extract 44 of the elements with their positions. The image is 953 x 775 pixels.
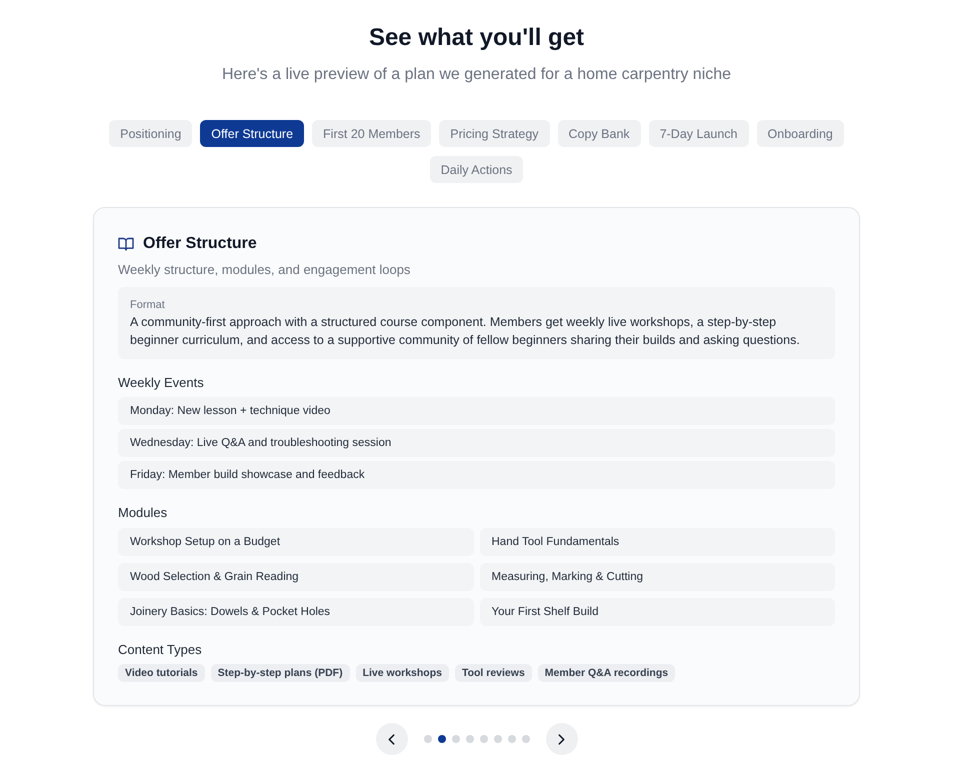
format-label: Format [130, 298, 166, 313]
event-item: Friday: Member build showcase and feedback [118, 461, 835, 489]
page-dot[interactable] [480, 735, 488, 743]
tab[interactable]: Copy Bank [558, 120, 641, 147]
event-item: Wednesday: Live Q&A and troubleshooting session [118, 429, 835, 457]
module-item: Wood Selection & Grain Reading [118, 563, 474, 591]
page-subtitle: Here's a live preview of a plan we generated for a home carpentry niche [222, 65, 732, 85]
tab[interactable]: 7-Day Launch [648, 120, 749, 147]
page-dot[interactable] [424, 735, 432, 743]
tab[interactable]: First 20 Members [312, 120, 432, 147]
card-title: Offer Structure [143, 235, 257, 253]
section-heading: Modules [118, 505, 168, 521]
page-dot[interactable] [466, 735, 474, 743]
tab[interactable]: Onboarding [756, 120, 844, 147]
content-tag: Tool reviews [454, 664, 532, 682]
page-title: See what you'll get [368, 23, 584, 53]
page-dot[interactable] [452, 735, 460, 743]
chevron-left-icon [388, 734, 395, 744]
section-heading: Weekly Events [118, 375, 205, 391]
tab[interactable]: Pricing Strategy [439, 120, 550, 147]
section-heading: Content Types [118, 642, 203, 658]
next-button[interactable] [546, 723, 578, 755]
tab[interactable]: Daily Actions [430, 156, 524, 183]
content-tag: Live workshops [356, 664, 449, 682]
module-item: Measuring, Marking & Cutting [480, 563, 835, 591]
module-item: Your First Shelf Build [480, 598, 835, 626]
page-dot[interactable] [522, 735, 530, 743]
page-dot[interactable] [508, 735, 516, 743]
card-subtitle: Weekly structure, modules, and engagement loops [118, 261, 412, 279]
previous-button[interactable] [376, 723, 408, 755]
book-icon [118, 237, 134, 251]
content-tag: Member Q&A recordings [538, 664, 676, 682]
page-dot[interactable] [494, 735, 502, 743]
module-item: Workshop Setup on a Budget [118, 528, 474, 556]
content-tag: Step-by-step plans (PDF) [210, 664, 350, 682]
page-dot[interactable] [438, 735, 446, 743]
event-item: Monday: New lesson + technique video [118, 397, 835, 425]
tab[interactable]: Offer Structure [200, 120, 304, 147]
module-item: Hand Tool Fundamentals [480, 528, 835, 556]
module-item: Joinery Basics: Dowels & Pocket Holes [118, 598, 474, 626]
format-text: A community-first approach with a structured course component. Members get weekly live workshops, a step-by-step beginner curriculum, and access to a supportive community of fellow beginners sharing their builds and asking questions. [130, 314, 801, 349]
chevron-right-icon [558, 734, 565, 744]
tab[interactable]: Positioning [109, 120, 192, 147]
content-tag: Video tutorials [118, 664, 205, 682]
